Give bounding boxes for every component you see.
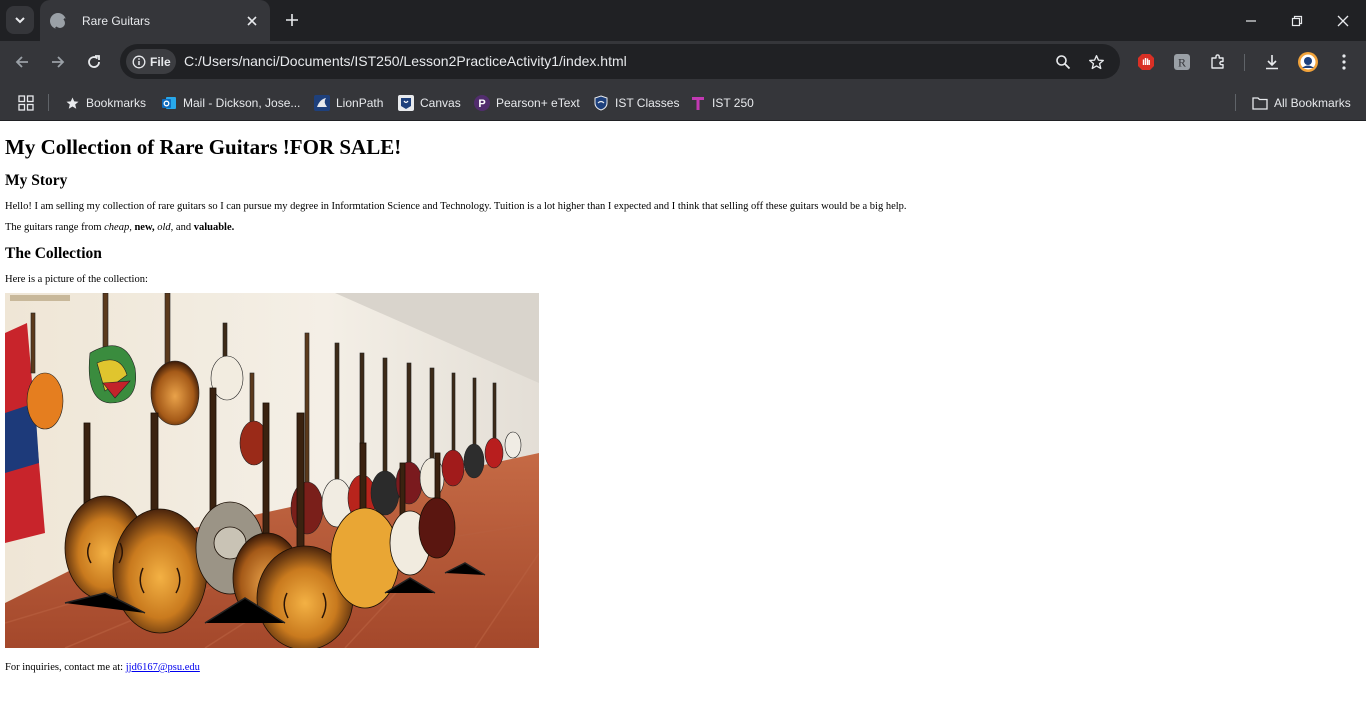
address-bar[interactable]: File C:/Users/nanci/Documents/IST250/Les… [120, 44, 1120, 79]
folder-icon [1252, 95, 1268, 111]
download-icon [1266, 55, 1278, 70]
extensions-button[interactable] [1207, 51, 1229, 73]
bookmark-ist-classes[interactable]: IST Classes [593, 92, 679, 114]
url-text[interactable]: C:/Users/nanci/Documents/IST250/Lesson2P… [184, 53, 627, 69]
site-info-chip[interactable]: File [126, 49, 176, 74]
puzzle-icon [1211, 54, 1224, 69]
bookmark-bookmarks[interactable]: Bookmarks [64, 92, 146, 114]
contact-prefix: For inquiries, contact me at: [5, 662, 126, 673]
avatar-icon [1298, 52, 1318, 72]
bookmark-mail[interactable]: Mail - Dickson, Jose... [161, 92, 300, 114]
range-paragraph: The guitars range from cheap, new, old, … [5, 221, 1361, 234]
globe-icon [50, 12, 67, 30]
guitar-collection-photo [5, 293, 539, 648]
bookmark-ist-250[interactable]: IST 250 [690, 92, 754, 114]
arrow-right-icon [52, 56, 65, 68]
bookmark-canvas[interactable]: Canvas [398, 92, 461, 114]
back-button[interactable] [8, 48, 36, 76]
bookmark-star-button[interactable] [1085, 51, 1107, 73]
adblock-extension-button[interactable] [1135, 51, 1157, 73]
plus-icon [286, 14, 298, 26]
restore-button[interactable] [1274, 0, 1320, 41]
word-valuable: valuable. [193, 222, 235, 233]
shield-icon [593, 95, 609, 111]
tab-search-button[interactable] [6, 6, 34, 34]
new-tab-button[interactable] [280, 8, 304, 32]
bookmark-label: Canvas [420, 96, 461, 110]
bookmarks-divider [48, 94, 49, 111]
forward-button[interactable] [44, 48, 72, 76]
contact-email-link[interactable]: jjd6167@psu.edu [126, 662, 200, 673]
word-new: new, [134, 222, 155, 233]
svg-text:R: R [1178, 56, 1186, 70]
lionpath-icon [314, 95, 330, 111]
apps-grid-icon [18, 95, 34, 111]
tab-title: Rare Guitars [82, 13, 151, 28]
bookmark-label: Mail - Dickson, Jose... [183, 96, 301, 110]
word-cheap: cheap, [104, 222, 132, 233]
star-outline-icon [1088, 54, 1104, 69]
canvas-icon [398, 95, 414, 111]
page-title: My Collection of Rare Guitars !FOR SALE! [5, 135, 402, 159]
magnifier-icon [1056, 55, 1071, 70]
story-paragraph: Hello! I am selling my collection of rar… [5, 201, 907, 212]
bookmark-lionpath[interactable]: LionPath [314, 92, 383, 114]
word-old: old, [157, 222, 174, 233]
info-icon [132, 55, 146, 68]
page-content: My Collection of Rare Guitars !FOR SALE!… [0, 121, 1366, 720]
apps-button[interactable] [18, 92, 34, 114]
active-tab[interactable]: Rare Guitars [40, 0, 270, 41]
restore-icon [1291, 15, 1303, 26]
arrow-left-icon [15, 56, 28, 68]
bookmarks-divider [1235, 94, 1236, 111]
bookmark-label: IST Classes [615, 96, 680, 110]
all-bookmarks-button[interactable]: All Bookmarks [1252, 92, 1351, 114]
bookmark-label: Pearson+ eText [496, 96, 580, 110]
pearson-icon: P [474, 95, 490, 111]
downloads-button[interactable] [1261, 51, 1283, 73]
minimize-icon [1246, 19, 1256, 22]
r-letter-icon: R [1174, 54, 1190, 70]
all-bookmarks-label: All Bookmarks [1274, 96, 1351, 110]
profile-button[interactable] [1297, 51, 1319, 73]
close-icon [1337, 15, 1349, 26]
minimize-button[interactable] [1228, 0, 1274, 41]
reload-button[interactable] [80, 48, 108, 76]
bookmark-label: Bookmarks [86, 96, 147, 110]
collection-heading: The Collection [5, 245, 102, 262]
bookmark-label: IST 250 [712, 96, 754, 110]
contact-paragraph: For inquiries, contact me at: jjd6167@ps… [5, 661, 1361, 674]
teams-icon [690, 95, 706, 111]
bookmark-label: LionPath [336, 96, 384, 110]
story-heading: My Story [5, 172, 68, 189]
reload-icon [88, 55, 100, 68]
collection-paragraph: Here is a picture of the collection: [5, 274, 148, 285]
close-icon [247, 15, 257, 26]
word-and: and [173, 222, 194, 233]
toolbar: File C:/Users/nanci/Documents/IST250/Les… [0, 41, 1366, 84]
outlook-icon [161, 95, 177, 111]
chevron-down-icon [15, 17, 25, 24]
site-chip-label: File [150, 54, 171, 69]
kebab-menu-icon [1342, 54, 1346, 70]
zoom-button[interactable] [1052, 51, 1074, 73]
star-icon [64, 95, 80, 111]
toolbar-divider [1244, 54, 1245, 71]
stop-hand-icon [1138, 54, 1154, 70]
close-window-button[interactable] [1320, 0, 1366, 41]
browser-menu-button[interactable] [1333, 51, 1355, 73]
svg-text:P: P [478, 98, 485, 110]
range-prefix: The guitars range from [5, 222, 105, 233]
tab-strip: Rare Guitars [0, 0, 1366, 41]
bookmark-pearson[interactable]: P Pearson+ eText [474, 92, 580, 114]
reader-extension-button[interactable]: R [1171, 51, 1193, 73]
tab-close-button[interactable] [244, 13, 260, 29]
bookmarks-bar: Bookmarks Mail - Dickson, Jose... LionPa… [0, 84, 1366, 121]
